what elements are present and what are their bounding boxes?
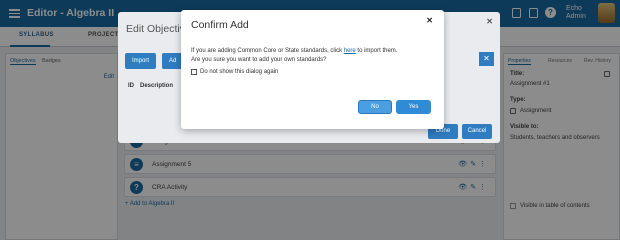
instruction-text-end: to import them. xyxy=(355,48,398,54)
import-button[interactable]: Import xyxy=(125,53,157,69)
yes-button[interactable]: Yes xyxy=(396,100,431,114)
column-header-id: ID xyxy=(128,83,134,89)
import-instructions: If you are adding Common Core or State s… xyxy=(191,48,397,54)
confirm-add-dialog: Confirm Add ✕ If you are adding Common C… xyxy=(181,10,444,129)
dont-show-checkbox[interactable] xyxy=(191,69,197,75)
confirm-question: Are you sure you want to add your own st… xyxy=(191,57,327,63)
dont-show-label[interactable]: Do not show this dialog again xyxy=(200,69,278,75)
instruction-text: If you are adding Common Core or State s… xyxy=(191,48,344,54)
cancel-button[interactable]: Cancel xyxy=(462,124,492,139)
dialog-title: Confirm Add xyxy=(191,19,249,31)
close-icon[interactable]: ✕ xyxy=(426,16,433,25)
no-button[interactable]: No xyxy=(358,100,392,114)
import-here-link[interactable]: here xyxy=(344,48,356,54)
close-icon[interactable]: ✕ xyxy=(486,17,493,26)
column-header-description: Description xyxy=(140,83,174,89)
search-button[interactable]: ✕ xyxy=(479,52,494,66)
